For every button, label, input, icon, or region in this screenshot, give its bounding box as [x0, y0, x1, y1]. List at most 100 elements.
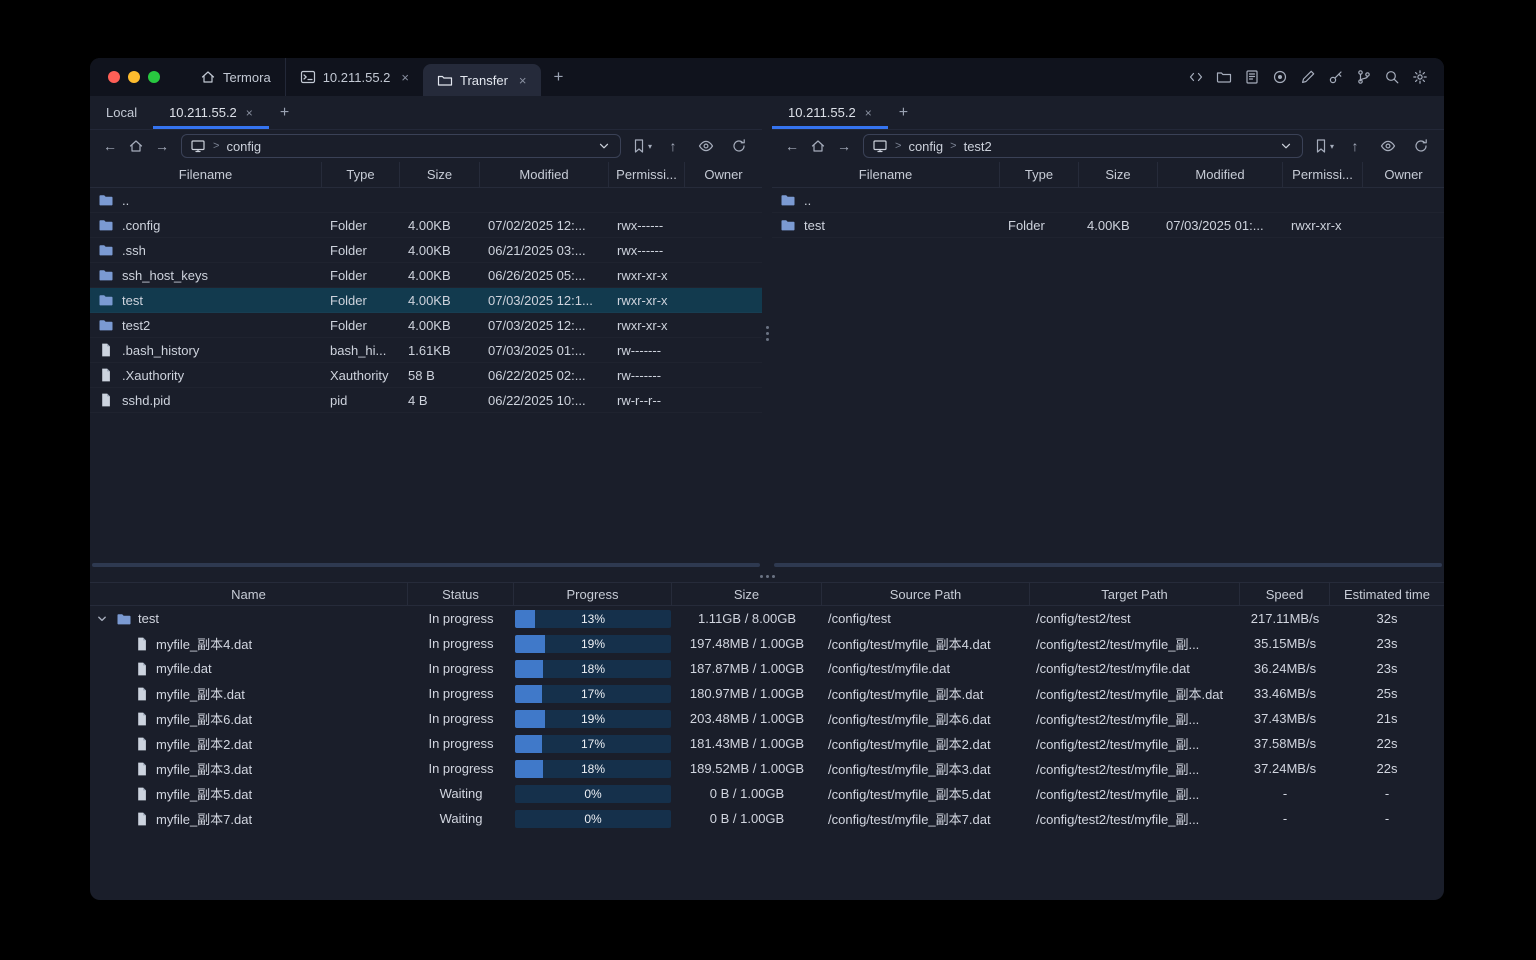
transfer-row[interactable]: test In progress 13% 1.11GB / 8.00GB/config… [90, 606, 1444, 631]
column-header-source-path[interactable]: Source Path [822, 583, 1030, 605]
forward-button[interactable]: → [832, 134, 856, 158]
column-header-target-path[interactable]: Target Path [1030, 583, 1240, 605]
tab-close-icon[interactable]: × [865, 106, 872, 120]
key-icon[interactable] [1328, 69, 1344, 85]
breadcrumb-segment[interactable]: test2 [964, 139, 992, 154]
panel-tab-label: Local [106, 105, 138, 120]
forward-button[interactable]: → [150, 134, 174, 158]
file-row[interactable]: .. [772, 188, 1444, 213]
file-row[interactable]: test Folder 4.00KB 07/03/2025 01:... rwxr-xr… [772, 213, 1444, 238]
show-hidden-files-button[interactable] [1376, 134, 1400, 158]
column-header-filename[interactable]: Filename [90, 162, 322, 187]
branch-icon[interactable] [1356, 69, 1372, 85]
panel-splitter[interactable] [762, 96, 772, 570]
file-row[interactable]: .bash_history bash_hi... 1.61KB 07/03/2025 … [90, 338, 762, 363]
titlebar-tab-10-211-55-2[interactable]: 10.211.55.2 × [284, 58, 423, 96]
back-button[interactable]: ← [780, 134, 804, 158]
column-header-size[interactable]: Size [1079, 162, 1158, 187]
parent-directory-button[interactable]: ↑ [1343, 134, 1367, 158]
settings-icon[interactable] [1412, 69, 1428, 85]
transfer-row[interactable]: myfile_副本.dat In progress 17% 180.97MB / 1.… [90, 681, 1444, 706]
transfer-row[interactable]: myfile_副本6.dat In progress 19% 203.48MB / 1… [90, 706, 1444, 731]
transfer-splitter[interactable] [90, 570, 1444, 582]
column-header-modified[interactable]: Modified [480, 162, 609, 187]
show-hidden-files-button[interactable] [694, 134, 718, 158]
column-header-name[interactable]: Name [90, 583, 408, 605]
code-icon[interactable] [1188, 69, 1204, 85]
column-header-size[interactable]: Size [400, 162, 480, 187]
file-row[interactable]: .config Folder 4.00KB 07/02/2025 12:... rwx-… [90, 213, 762, 238]
column-header-estimated-time[interactable]: Estimated time [1330, 583, 1444, 605]
column-header-filename[interactable]: Filename [772, 162, 1000, 187]
refresh-button[interactable] [1409, 134, 1433, 158]
eta-cell: 21s [1376, 711, 1398, 726]
file-row[interactable]: sshd.pid pid 4 B 06/22/2025 10:... rw-r--r-- [90, 388, 762, 413]
filename-cell: sshd.pid [90, 388, 322, 412]
column-header-progress[interactable]: Progress [514, 583, 672, 605]
transfer-row[interactable]: myfile_副本5.dat Waiting 0% 0 B / 1.00GB/conf… [90, 781, 1444, 806]
filename-text: test [122, 292, 143, 308]
bookmark-button[interactable]: ▾ [631, 138, 652, 154]
right-new-tab-button[interactable]: + [888, 96, 919, 129]
zoom-window-button[interactable] [148, 71, 160, 83]
minimize-window-button[interactable] [128, 71, 140, 83]
tab-close-icon[interactable]: × [519, 74, 527, 87]
file-row[interactable]: test Folder 4.00KB 07/03/2025 12:1... rwxr-x… [90, 288, 762, 313]
progress-cell: 0% [514, 781, 672, 806]
transfer-row[interactable]: myfile_副本4.dat In progress 19% 197.48MB / 1… [90, 631, 1444, 656]
parent-directory-button[interactable]: ↑ [661, 134, 685, 158]
right-path-breadcrumb[interactable]: > config > test2 [863, 134, 1303, 158]
transfer-row[interactable]: myfile.dat In progress 18% 187.87MB / 1.00G… [90, 656, 1444, 681]
search-icon[interactable] [1384, 69, 1400, 85]
transfer-row[interactable]: myfile_副本2.dat In progress 17% 181.43MB / 1… [90, 731, 1444, 756]
tab-close-icon[interactable]: × [246, 106, 253, 120]
folder-icon[interactable] [1216, 69, 1232, 85]
column-header-speed[interactable]: Speed [1240, 583, 1330, 605]
chevron-down-icon[interactable] [596, 138, 612, 154]
transfer-row[interactable]: myfile_副本3.dat In progress 18% 189.52MB / 1… [90, 756, 1444, 781]
bookmark-button[interactable]: ▾ [1313, 138, 1334, 154]
editor-icon[interactable] [1244, 69, 1260, 85]
column-header-modified[interactable]: Modified [1158, 162, 1283, 187]
column-header-permissi[interactable]: Permissi... [609, 162, 685, 187]
column-header-permissi[interactable]: Permissi... [1283, 162, 1363, 187]
file-row[interactable]: .ssh Folder 4.00KB 06/21/2025 03:... rwx----… [90, 238, 762, 263]
breadcrumb-segment[interactable]: config [226, 139, 261, 154]
column-header-size[interactable]: Size [672, 583, 822, 605]
close-window-button[interactable] [108, 71, 120, 83]
refresh-button[interactable] [727, 134, 751, 158]
column-header-status[interactable]: Status [408, 583, 514, 605]
home-button[interactable] [124, 134, 148, 158]
right-horizontal-scrollbar[interactable] [774, 563, 1442, 567]
column-header-type[interactable]: Type [1000, 162, 1079, 187]
new-terminal-tab-button[interactable]: + [541, 58, 577, 96]
left-path-breadcrumb[interactable]: > config [181, 134, 621, 158]
left-tab-local[interactable]: Local [90, 96, 153, 129]
edit-icon[interactable] [1300, 69, 1316, 85]
column-header-owner[interactable]: Owner [1363, 162, 1444, 187]
column-header-type[interactable]: Type [322, 162, 400, 187]
chevron-down-icon[interactable] [1278, 138, 1294, 154]
titlebar-tab-label: 10.211.55.2 [322, 69, 391, 85]
file-row[interactable]: .Xauthority Xauthority 58 B 06/22/2025 02:.… [90, 363, 762, 388]
home-button[interactable] [806, 134, 830, 158]
filename-text: test2 [122, 317, 151, 333]
back-button[interactable]: ← [98, 134, 122, 158]
file-row[interactable]: test2 Folder 4.00KB 07/03/2025 12:... rwxr-x… [90, 313, 762, 338]
file-row[interactable]: ssh_host_keys Folder 4.00KB 06/26/2025 05:.… [90, 263, 762, 288]
left-tab-10-211-55-2[interactable]: 10.211.55.2 × [153, 96, 269, 129]
expand-chevron-icon[interactable] [94, 611, 110, 627]
right-tab-10-211-55-2[interactable]: 10.211.55.2 × [772, 96, 888, 129]
target-cell: /config/test2/test/myfile_副... [1036, 787, 1200, 802]
titlebar-tab-termora[interactable]: Termora [186, 58, 285, 96]
transfer-row[interactable]: myfile_副本7.dat Waiting 0% 0 B / 1.00GB/conf… [90, 806, 1444, 831]
titlebar-tab-transfer[interactable]: Transfer × [423, 64, 541, 96]
left-horizontal-scrollbar[interactable] [92, 563, 760, 567]
record-icon[interactable] [1272, 69, 1288, 85]
tab-close-icon[interactable]: × [401, 71, 409, 84]
column-header-owner[interactable]: Owner [685, 162, 762, 187]
file-row[interactable]: .. [90, 188, 762, 213]
left-new-tab-button[interactable]: + [269, 96, 300, 129]
breadcrumb-segment[interactable]: config [908, 139, 943, 154]
left-file-rows: .. .config Folder 4.00KB 07/02/2025 12:... rw… [90, 188, 762, 570]
